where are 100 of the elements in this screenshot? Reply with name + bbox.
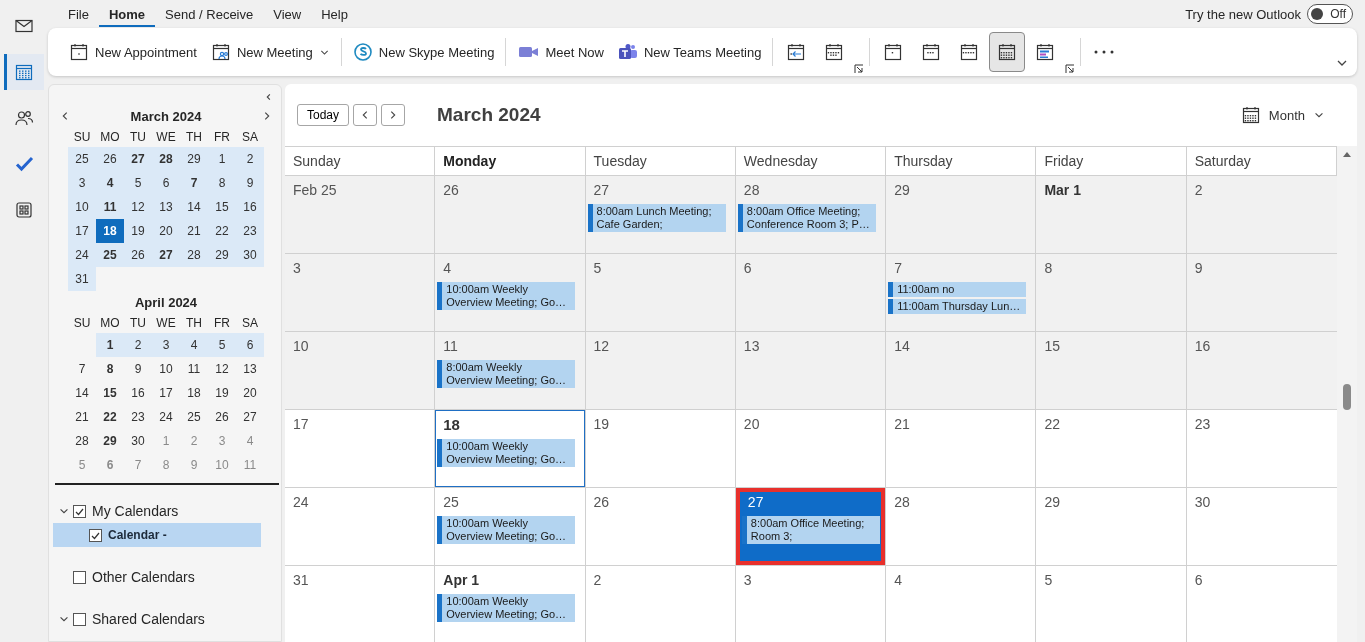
date-cell[interactable]: 2 bbox=[236, 147, 264, 171]
scroll-thumb[interactable] bbox=[1343, 384, 1351, 410]
date-cell[interactable]: 26 bbox=[124, 243, 152, 267]
ribbon-button[interactable]: New Skype Meeting bbox=[346, 35, 501, 69]
event[interactable]: 8:00am Office Meeting; Room 3; bbox=[741, 516, 880, 544]
day-cell[interactable]: 2 bbox=[1186, 176, 1337, 254]
day-cell[interactable]: 9 bbox=[1186, 254, 1337, 332]
previous-button[interactable] bbox=[353, 104, 378, 126]
date-cell[interactable]: 20 bbox=[236, 381, 264, 405]
day-cell[interactable]: 29 bbox=[1036, 488, 1187, 566]
day-cell[interactable]: 25 10:00am Weekly Overview Meeting; Go… bbox=[435, 488, 586, 566]
date-cell[interactable]: 19 bbox=[208, 381, 236, 405]
date-cell[interactable]: 29 bbox=[96, 429, 124, 453]
date-cell[interactable]: 17 bbox=[68, 219, 96, 243]
date-cell[interactable]: 9 bbox=[236, 171, 264, 195]
date-cell[interactable]: 8 bbox=[208, 171, 236, 195]
date-cell[interactable]: 22 bbox=[208, 219, 236, 243]
date-cell[interactable]: 28 bbox=[180, 243, 208, 267]
event[interactable]: 11:00am Thursday Lun… bbox=[888, 299, 1027, 314]
date-cell[interactable]: 6 bbox=[236, 333, 264, 357]
date-cell[interactable]: 17 bbox=[152, 381, 180, 405]
date-cell[interactable]: 5 bbox=[124, 171, 152, 195]
menu-tab[interactable]: Home bbox=[98, 1, 156, 27]
day-cell[interactable]: 26 bbox=[585, 488, 736, 566]
date-cell[interactable]: 14 bbox=[180, 195, 208, 219]
date-cell[interactable]: 8 bbox=[96, 357, 124, 381]
date-cell[interactable]: 15 bbox=[208, 195, 236, 219]
menu-tab[interactable]: Send / Receive bbox=[155, 1, 264, 27]
date-cell[interactable]: 18 bbox=[180, 381, 208, 405]
day-cell[interactable]: 6 bbox=[735, 254, 887, 332]
event[interactable]: 8:00am Weekly Overview Meeting; Go… bbox=[437, 360, 576, 388]
calendar-list-item[interactable]: My Calendars bbox=[53, 499, 261, 523]
day-cell[interactable]: Apr 1 10:00am Weekly Overview Meeting; Go… bbox=[435, 566, 586, 642]
toggle-switch[interactable]: Off bbox=[1307, 4, 1353, 24]
date-cell[interactable]: 10 bbox=[152, 357, 180, 381]
menu-tab[interactable]: View bbox=[263, 1, 312, 27]
date-cell[interactable]: 21 bbox=[180, 219, 208, 243]
date-cell[interactable]: 27 bbox=[236, 405, 264, 429]
day-cell[interactable]: 17 bbox=[285, 410, 436, 488]
event[interactable]: 11:00am no bbox=[888, 282, 1027, 297]
checkbox[interactable] bbox=[89, 528, 102, 542]
ribbon-button[interactable]: New Meeting bbox=[204, 35, 336, 69]
date-cell[interactable]: 22 bbox=[96, 405, 124, 429]
date-cell[interactable]: 19 bbox=[124, 219, 152, 243]
event[interactable]: 10:00am Weekly Overview Meeting; Go… bbox=[437, 594, 576, 622]
day-cell[interactable]: 24 bbox=[285, 488, 436, 566]
day-cell[interactable]: 21 bbox=[886, 410, 1037, 488]
checkbox[interactable] bbox=[73, 504, 86, 518]
date-cell[interactable]: 15 bbox=[96, 381, 124, 405]
date-cell[interactable]: 4 bbox=[180, 333, 208, 357]
date-cell[interactable]: 3 bbox=[152, 333, 180, 357]
ribbon-button[interactable]: New Appointment bbox=[63, 35, 203, 69]
day-cell[interactable]: 3 bbox=[285, 254, 436, 332]
date-cell[interactable]: 11 bbox=[96, 195, 124, 219]
event[interactable]: 8:00am Office Meeting; Conference Room 3; P… bbox=[737, 204, 876, 232]
date-cell[interactable]: 3 bbox=[68, 171, 96, 195]
day-cell[interactable]: 28 bbox=[886, 488, 1037, 566]
day-cell[interactable]: 29 bbox=[886, 176, 1037, 254]
date-cell[interactable]: 27 bbox=[124, 147, 152, 171]
date-cell[interactable]: 26 bbox=[96, 147, 124, 171]
date-cell[interactable]: 26 bbox=[208, 405, 236, 429]
date-cell[interactable]: 27 bbox=[152, 243, 180, 267]
calendar-list-item[interactable]: Shared Calendars bbox=[53, 607, 261, 631]
dialog-launcher-button[interactable] bbox=[1065, 64, 1076, 74]
event[interactable]: 10:00am Weekly Overview Meeting; Go… bbox=[437, 439, 576, 467]
next-button[interactable] bbox=[381, 104, 406, 126]
day-cell[interactable]: Mar 1 bbox=[1036, 176, 1187, 254]
date-cell[interactable]: 25 bbox=[180, 405, 208, 429]
date-cell[interactable]: 9 bbox=[124, 357, 152, 381]
day-cell[interactable]: 14 bbox=[886, 332, 1037, 410]
event[interactable]: 10:00am Weekly Overview Meeting; Go… bbox=[437, 282, 576, 310]
date-cell[interactable]: 30 bbox=[236, 243, 264, 267]
date-cell[interactable]: 6 bbox=[152, 171, 180, 195]
date-cell[interactable]: 30 bbox=[124, 429, 152, 453]
date-cell[interactable]: 29 bbox=[180, 147, 208, 171]
day-cell[interactable]: 8 bbox=[1036, 254, 1187, 332]
day-cell[interactable]: 13 bbox=[735, 332, 887, 410]
calendar-list-item[interactable]: Calendar - bbox=[53, 523, 261, 547]
dialog-launcher-button[interactable] bbox=[854, 64, 865, 74]
ribbon-button[interactable]: Meet Now bbox=[511, 35, 610, 69]
date-cell[interactable]: 12 bbox=[124, 195, 152, 219]
date-cell[interactable]: 10 bbox=[68, 195, 96, 219]
date-cell[interactable]: 2 bbox=[124, 333, 152, 357]
day-cell[interactable]: 27 8:00am Lunch Meeting; Cafe Garden; bbox=[585, 176, 736, 254]
day-cell[interactable]: 4 10:00am Weekly Overview Meeting; Go… bbox=[435, 254, 586, 332]
day-cell[interactable]: 10 bbox=[285, 332, 436, 410]
day-cell[interactable]: 22 bbox=[1036, 410, 1187, 488]
date-cell[interactable]: 16 bbox=[124, 381, 152, 405]
today-button[interactable]: Today bbox=[297, 104, 350, 126]
calendar-list-item[interactable]: Other Calendars bbox=[53, 565, 261, 589]
date-cell[interactable]: 25 bbox=[68, 147, 96, 171]
date-cell[interactable]: 5 bbox=[208, 333, 236, 357]
day-cell[interactable]: 18 10:00am Weekly Overview Meeting; Go… bbox=[435, 410, 586, 488]
day-cell[interactable]: Feb 25 bbox=[285, 176, 436, 254]
day-cell[interactable]: 27 8:00am Office Meeting; Room 3; bbox=[735, 488, 887, 566]
view-dropdown[interactable]: Month bbox=[1234, 104, 1331, 126]
date-cell[interactable]: 29 bbox=[208, 243, 236, 267]
checkbox[interactable] bbox=[73, 570, 86, 584]
ribbon-icon-button[interactable] bbox=[989, 32, 1026, 72]
date-cell[interactable]: 1 bbox=[208, 147, 236, 171]
